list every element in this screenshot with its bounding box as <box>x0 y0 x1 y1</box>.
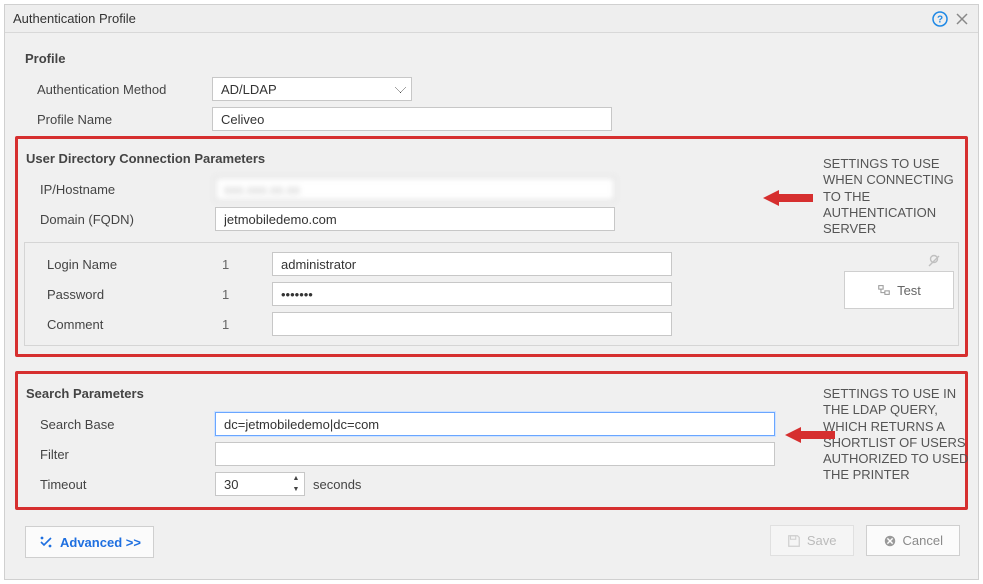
save-button-label: Save <box>807 533 837 548</box>
dialog: Authentication Profile ? Profile Authent… <box>4 4 979 580</box>
password-label: Password <box>47 287 222 302</box>
dialog-title: Authentication Profile <box>13 11 926 26</box>
svg-text:?: ? <box>937 14 943 25</box>
profile-name-input[interactable] <box>212 107 612 131</box>
ip-row: IP/Hostname <box>24 174 959 204</box>
advanced-button-label: Advanced >> <box>60 535 141 550</box>
search-heading: Search Parameters <box>26 386 959 401</box>
footer: Save Cancel <box>770 525 960 556</box>
timeout-label: Timeout <box>40 477 215 492</box>
ip-input[interactable] <box>215 177 615 201</box>
titlebar: Authentication Profile ? <box>5 5 978 33</box>
auth-method-select[interactable]: AD/LDAP <box>212 77 412 101</box>
test-button[interactable]: Test <box>844 271 954 309</box>
profile-heading: Profile <box>25 51 962 66</box>
comment-label: Comment <box>47 317 222 332</box>
arrow-icon <box>763 188 813 208</box>
auth-method-label: Authentication Method <box>37 82 212 97</box>
domain-input[interactable] <box>215 207 615 231</box>
help-icon[interactable]: ? <box>932 11 948 27</box>
filter-label: Filter <box>40 447 215 462</box>
test-button-label: Test <box>897 283 921 298</box>
search-base-input[interactable] <box>215 412 775 436</box>
timeout-unit: seconds <box>313 477 361 492</box>
callout-connection: SETTINGS TO USE WHEN CONNECTING TO THE A… <box>823 156 973 237</box>
password-row: Password 1 <box>31 279 952 309</box>
filter-input[interactable] <box>215 442 775 466</box>
credentials-subgroup: Login Name 1 Password 1 Comment 1 <box>24 242 959 346</box>
ip-label: IP/Hostname <box>40 182 215 197</box>
timeout-stepper[interactable]: ▲ ▼ <box>215 472 305 496</box>
spinner-down-icon[interactable]: ▼ <box>288 484 304 495</box>
profile-section: Profile Authentication Method AD/LDAP Pr… <box>15 43 968 134</box>
comment-row: Comment 1 <box>31 309 952 339</box>
domain-label: Domain (FQDN) <box>40 212 215 227</box>
udcp-heading: User Directory Connection Parameters <box>26 151 959 166</box>
auth-method-row: Authentication Method AD/LDAP <box>21 74 962 104</box>
save-button[interactable]: Save <box>770 525 854 556</box>
comment-index: 1 <box>222 317 272 332</box>
timeout-spinner[interactable]: ▲ ▼ <box>288 473 304 495</box>
password-index: 1 <box>222 287 272 302</box>
password-input[interactable] <box>272 282 672 306</box>
login-input[interactable] <box>272 252 672 276</box>
login-row: Login Name 1 <box>31 249 952 279</box>
login-index: 1 <box>222 257 272 272</box>
arrow-icon <box>785 425 835 445</box>
domain-row: Domain (FQDN) <box>24 204 959 234</box>
timeout-row: Timeout ▲ ▼ seconds <box>24 469 959 499</box>
spinner-up-icon[interactable]: ▲ <box>288 473 304 484</box>
cancel-button-label: Cancel <box>903 533 943 548</box>
cancel-button[interactable]: Cancel <box>866 525 960 556</box>
advanced-button[interactable]: Advanced >> <box>25 526 154 558</box>
search-base-label: Search Base <box>40 417 215 432</box>
profile-name-label: Profile Name <box>37 112 212 127</box>
login-label: Login Name <box>47 257 222 272</box>
dialog-content: Profile Authentication Method AD/LDAP Pr… <box>5 33 978 568</box>
close-icon[interactable] <box>954 11 970 27</box>
callout-search: SETTINGS TO USE IN THE LDAP QUERY, WHICH… <box>823 386 973 484</box>
comment-input[interactable] <box>272 312 672 336</box>
profile-name-row: Profile Name <box>21 104 962 134</box>
